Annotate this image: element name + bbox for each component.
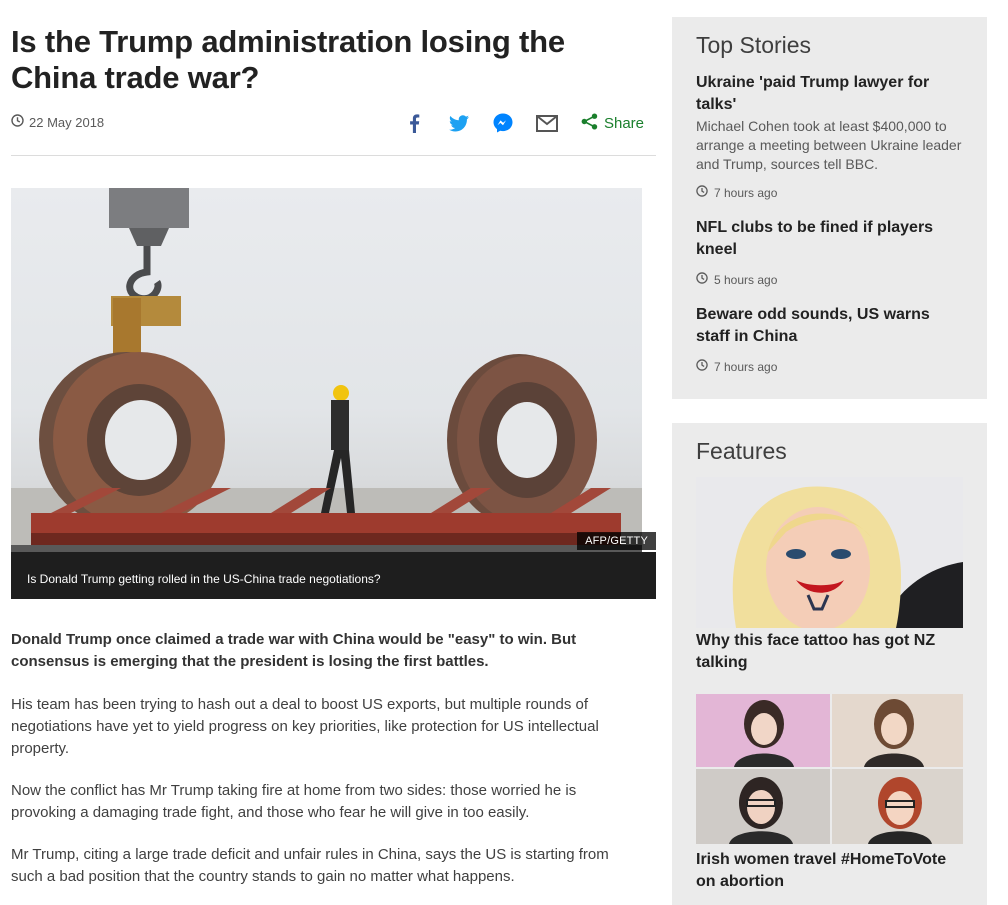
top-story-title[interactable]: Ukraine 'paid Trump lawyer for talks' xyxy=(696,72,963,116)
clock-icon xyxy=(696,272,708,287)
feature-image[interactable] xyxy=(696,477,963,628)
top-story-time: 5 hours ago xyxy=(696,272,963,287)
feature-image[interactable] xyxy=(696,694,963,845)
article-image xyxy=(11,188,642,552)
top-story-title[interactable]: Beware odd sounds, US warns staff in Chi… xyxy=(696,304,963,348)
face-tattoo-photo xyxy=(696,477,963,628)
feature-item[interactable]: Irish women travel #HomeToVote on aborti… xyxy=(696,694,963,893)
top-story-item[interactable]: NFL clubs to be fined if players kneel 5… xyxy=(696,217,963,287)
article-date-text: 22 May 2018 xyxy=(29,114,105,130)
top-stories-title: Top Stories xyxy=(696,32,812,58)
share-toolbar: Share xyxy=(383,112,644,134)
top-story-item[interactable]: Beware odd sounds, US warns staff in Chi… xyxy=(696,304,963,374)
video-call-tile xyxy=(696,694,830,767)
article-lead: Donald Trump once claimed a trade war wi… xyxy=(11,631,577,670)
article-paragraph: Now the conflict has Mr Trump taking fir… xyxy=(11,782,577,821)
video-call-tile xyxy=(696,769,830,844)
top-story-time: 7 hours ago xyxy=(696,185,963,200)
clock-icon xyxy=(696,185,708,200)
clock-icon xyxy=(11,114,24,130)
article-paragraph: His team has been trying to hash out a d… xyxy=(11,696,599,757)
image-credit: AFP/GETTY xyxy=(577,532,656,550)
share-icon xyxy=(581,113,598,134)
features-title: Features xyxy=(696,438,787,464)
image-caption: Is Donald Trump getting rolled in the US… xyxy=(11,552,656,599)
video-call-tile xyxy=(832,694,963,767)
article-meta: 22 May 2018 Share xyxy=(11,112,656,156)
article-headline: Is the Trump administration losing the C… xyxy=(11,24,565,95)
top-stories-panel: Top Stories Ukraine 'paid Trump lawyer f… xyxy=(672,17,987,399)
top-story-time-text: 7 hours ago xyxy=(714,359,778,374)
clock-icon xyxy=(696,359,708,374)
article: Is the Trump administration losing the C… xyxy=(11,0,656,888)
share-label: Share xyxy=(603,114,644,132)
steel-coils-photo xyxy=(11,188,642,552)
top-story-item[interactable]: Ukraine 'paid Trump lawyer for talks' Mi… xyxy=(696,72,963,200)
feature-title[interactable]: Irish women travel #HomeToVote on aborti… xyxy=(696,849,963,893)
article-paragraph: Mr Trump, citing a large trade deficit a… xyxy=(11,846,609,885)
email-icon[interactable] xyxy=(535,112,559,134)
top-story-time-text: 7 hours ago xyxy=(714,185,778,200)
top-story-time-text: 5 hours ago xyxy=(714,272,778,287)
feature-item[interactable]: Why this face tattoo has got NZ talking xyxy=(696,477,963,674)
article-figure: AFP/GETTY Is Donald Trump getting rolled… xyxy=(11,188,656,599)
features-panel: Features Why this face tattoo has got NZ… xyxy=(672,423,987,905)
top-story-time: 7 hours ago xyxy=(696,359,963,374)
video-call-tile xyxy=(832,769,963,844)
top-story-summary: Michael Cohen took at least $400,000 to … xyxy=(696,118,962,172)
messenger-icon[interactable] xyxy=(491,112,515,134)
share-button[interactable]: Share xyxy=(581,113,644,134)
feature-title[interactable]: Why this face tattoo has got NZ talking xyxy=(696,630,963,674)
twitter-icon[interactable] xyxy=(447,112,471,134)
facebook-icon[interactable] xyxy=(403,112,427,134)
top-story-title[interactable]: NFL clubs to be fined if players kneel xyxy=(696,217,963,261)
article-date: 22 May 2018 xyxy=(11,114,104,130)
